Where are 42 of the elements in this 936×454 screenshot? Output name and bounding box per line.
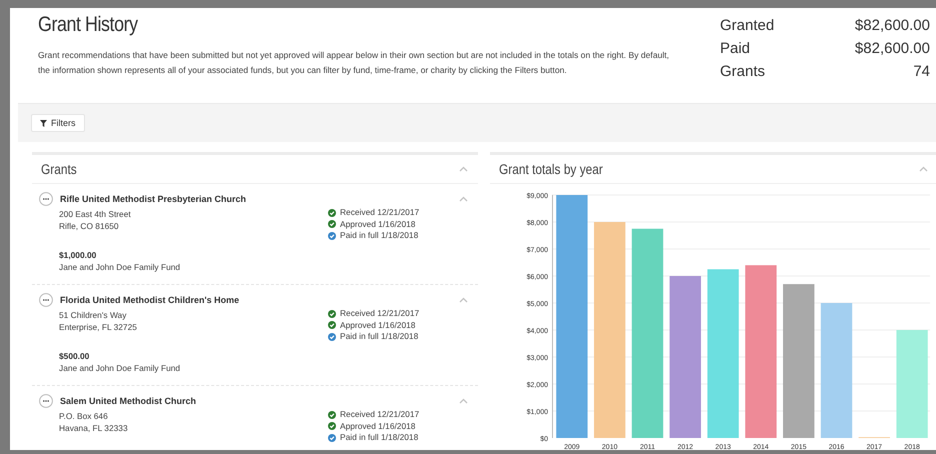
- charity-name: Salem United Methodist Church: [60, 396, 198, 406]
- more-icon[interactable]: [39, 293, 53, 307]
- status-text: Received 12/21/2017: [340, 409, 420, 420]
- address-line: P.O. Box 646: [59, 411, 109, 422]
- status-text: Received 12/21/2017: [340, 308, 420, 320]
- address-line: Rifle, CO 81650: [59, 220, 120, 232]
- description-text: Grant recommendations that have been submitted but not yet approved will appear below in their own section but are not included in the totals on the right. By default, the information shown represents all of your associated funds, but you can filter by fund, time-frame, or charity by clicking the Filters button.: [38, 49, 670, 77]
- status-text: Approved 1/16/2018: [340, 320, 416, 331]
- collapse-icon[interactable]: [459, 166, 468, 172]
- address-line: Enterprise, FL 32725: [59, 322, 138, 333]
- address-line: Havana, FL 32333: [59, 422, 129, 434]
- status-text: Received 12/21/2017: [340, 207, 420, 218]
- charity-name: Rifle United Methodist Presbyterian Church: [60, 194, 248, 204]
- status-text: Approved 1/16/2018: [340, 218, 416, 230]
- panel-title: Grant totals by year: [499, 161, 603, 177]
- collapse-icon[interactable]: [459, 196, 468, 202]
- total-label: Paid: [720, 39, 752, 59]
- filter-icon: [40, 120, 47, 126]
- address-line: 200 East 4th Street: [59, 209, 132, 220]
- status-text: Approved 1/16/2018: [340, 420, 416, 432]
- total-value: $82,600.00: [854, 39, 930, 59]
- charity-name: Florida United Methodist Children's Home: [60, 295, 240, 305]
- status-text: Paid in full 1/18/2018: [340, 230, 418, 242]
- address-line: 51 Children's Way: [59, 310, 128, 322]
- grant-amount: $500.00: [59, 351, 90, 362]
- total-label: Grants: [720, 62, 766, 82]
- fund-name: Jane and John Doe Family Fund: [59, 262, 182, 273]
- collapse-icon[interactable]: [459, 297, 468, 303]
- panel-title: Grants: [41, 161, 77, 177]
- collapse-icon[interactable]: [919, 166, 928, 172]
- more-icon[interactable]: [39, 394, 53, 408]
- more-icon[interactable]: [39, 192, 53, 206]
- total-label: Granted: [720, 16, 776, 36]
- status-text: Paid in full 1/18/2018: [340, 331, 418, 342]
- total-value: $82,600.00: [854, 16, 930, 36]
- filters-button[interactable]: Filters: [31, 114, 84, 132]
- page-title: Grant History: [38, 13, 139, 37]
- fund-name: Jane and John Doe Family Fund: [59, 362, 182, 374]
- total-value: 74: [912, 62, 930, 82]
- status-text: Paid in full 1/18/2018: [340, 432, 418, 444]
- grant-amount: $1,000.00: [59, 250, 98, 262]
- collapse-icon[interactable]: [459, 398, 468, 404]
